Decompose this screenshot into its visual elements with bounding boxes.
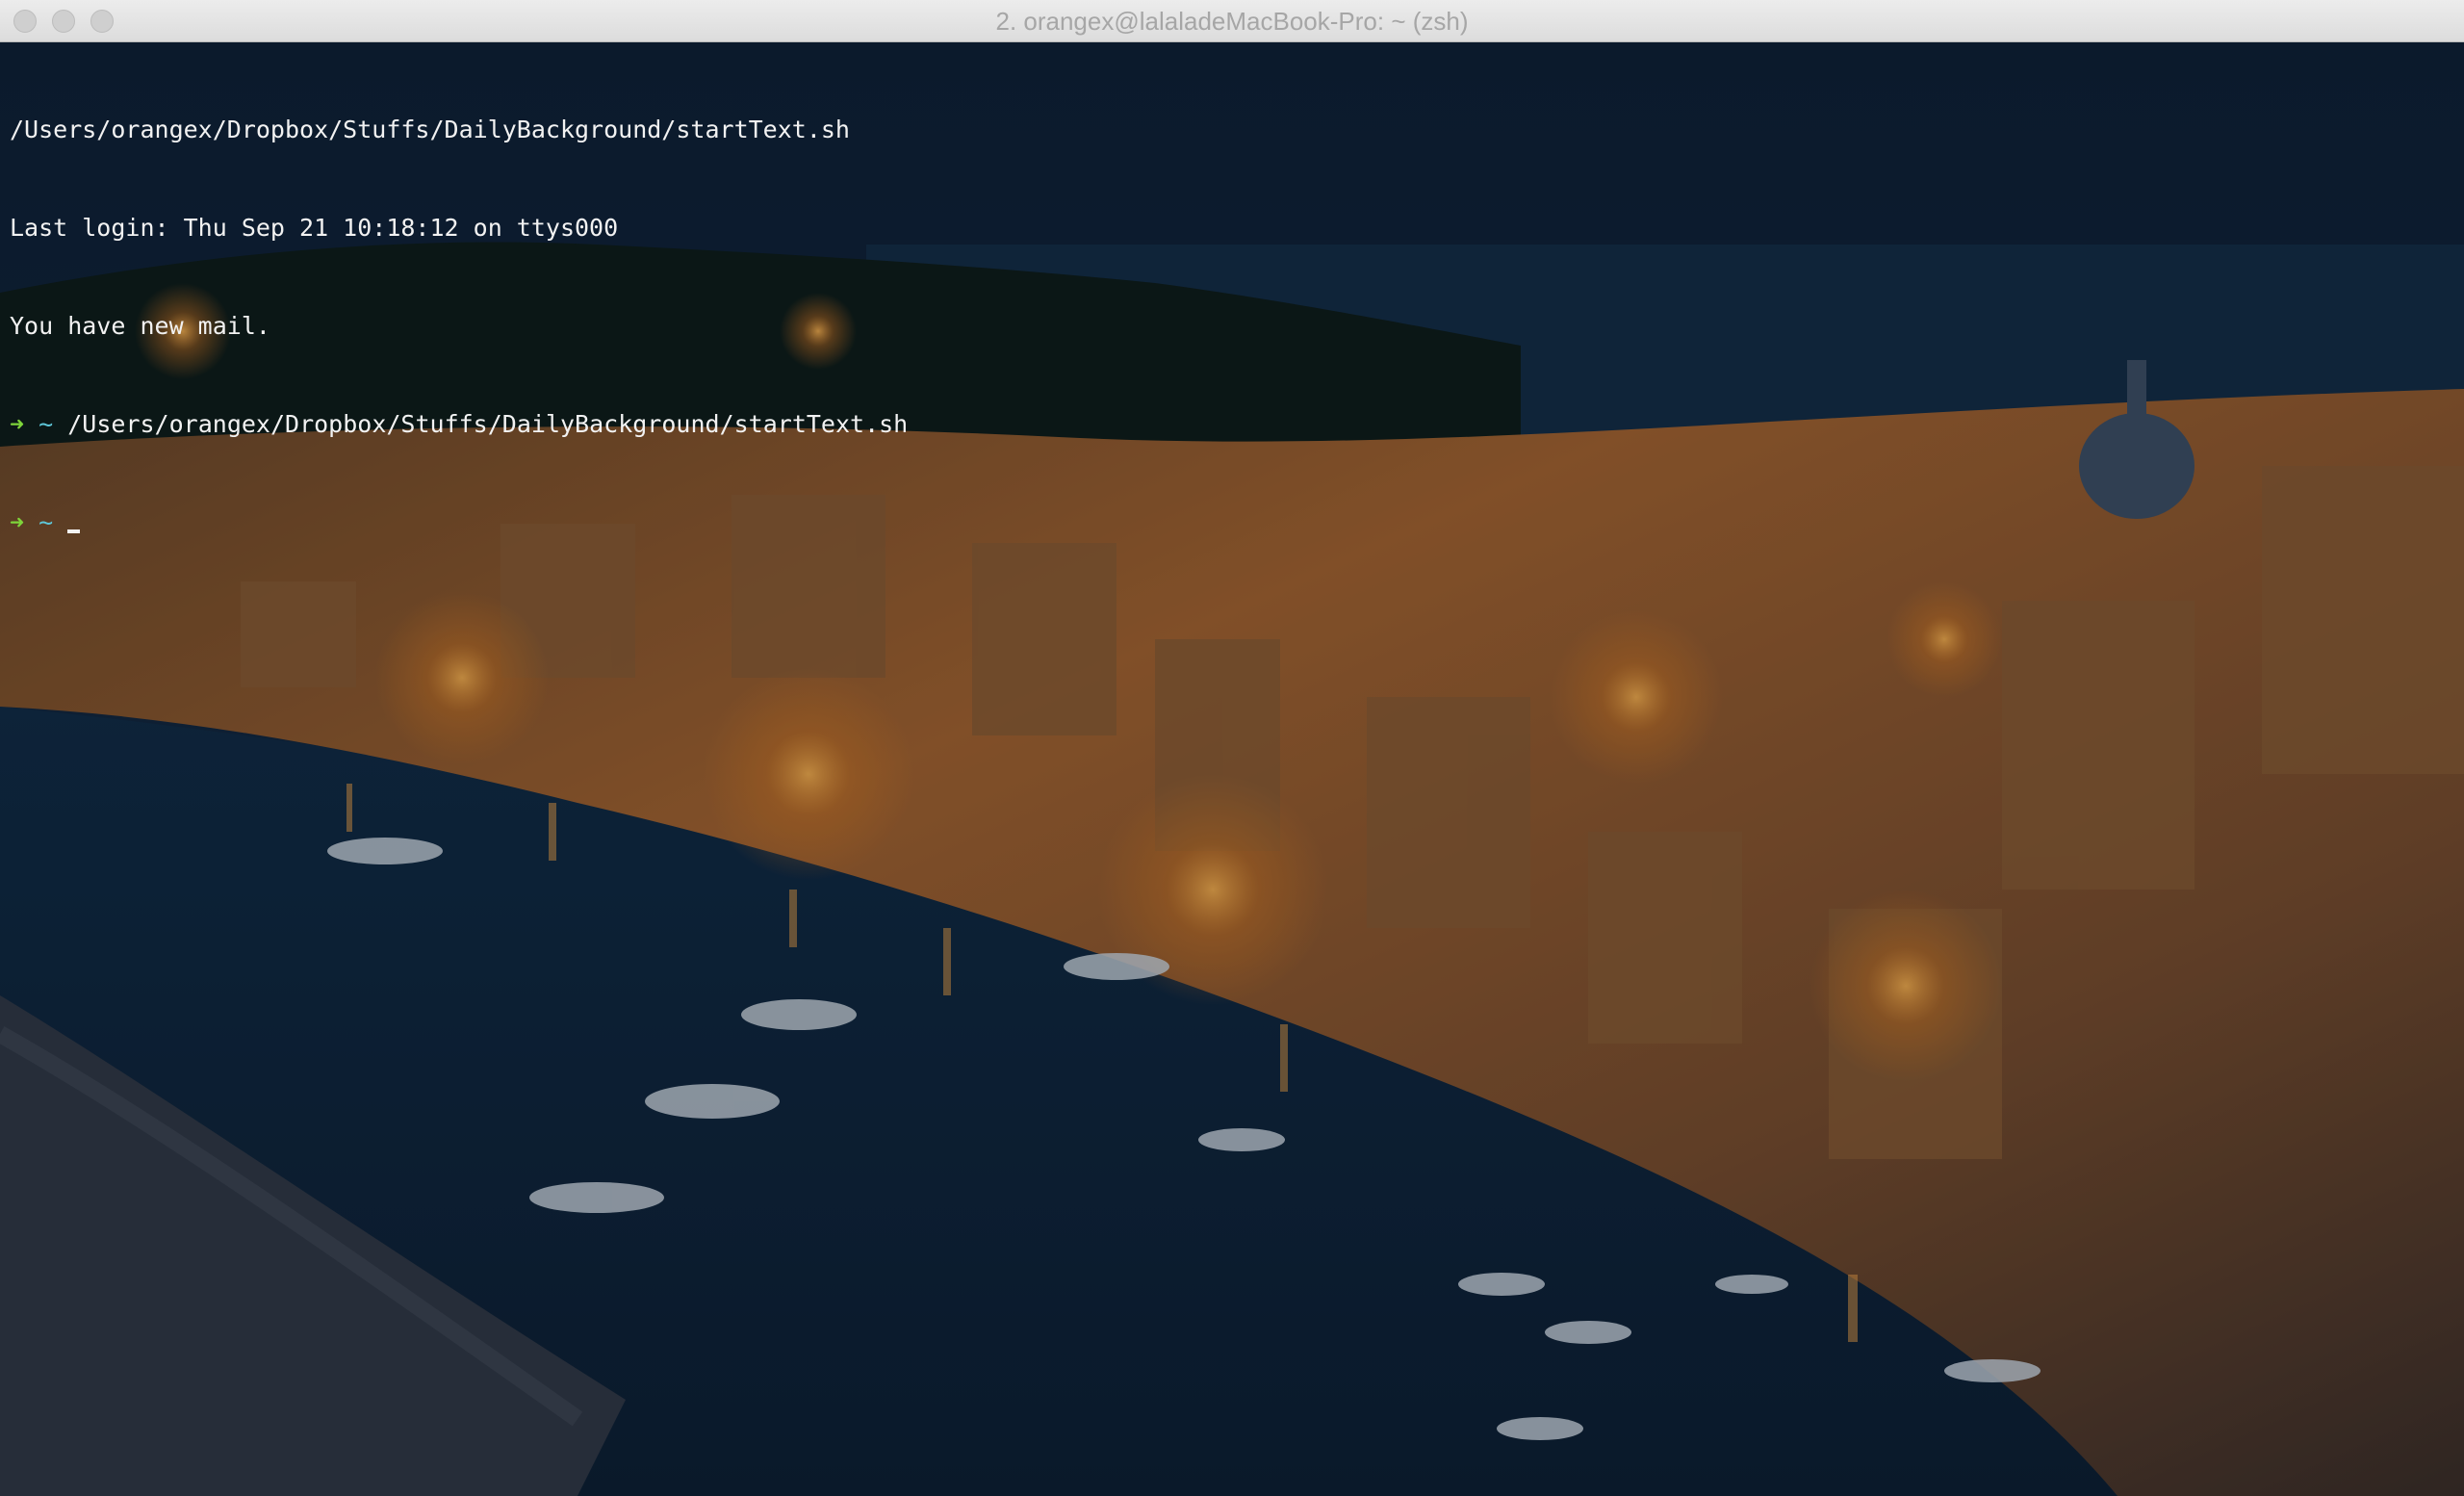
output-line: /Users/orangex/Dropbox/Stuffs/DailyBackg… <box>10 116 850 143</box>
terminal-output[interactable]: /Users/orangex/Dropbox/Stuffs/DailyBackg… <box>10 48 2454 605</box>
terminal-window: 2. orangex@lalaladeMacBook-Pro: ~ (zsh) <box>0 0 2464 1496</box>
output-line: You have new mail. <box>10 312 270 340</box>
prompt-arrow-icon: ➜ <box>10 410 25 438</box>
prompt-directory: ~ <box>38 410 54 438</box>
prompt-command: /Users/orangex/Dropbox/Stuffs/DailyBackg… <box>67 410 909 438</box>
prompt-arrow-icon: ➜ <box>10 508 25 536</box>
prompt-line-active[interactable]: ➜ ~ <box>10 506 2454 539</box>
output-line: Last login: Thu Sep 21 10:18:12 on ttys0… <box>10 214 619 242</box>
title-bar[interactable]: 2. orangex@lalaladeMacBook-Pro: ~ (zsh) <box>0 0 2464 42</box>
prompt-directory: ~ <box>38 508 54 536</box>
prompt-line: ➜ ~ /Users/orangex/Dropbox/Stuffs/DailyB… <box>10 408 2454 441</box>
text-cursor <box>67 529 81 533</box>
window-title: 2. orangex@lalaladeMacBook-Pro: ~ (zsh) <box>995 7 1469 36</box>
